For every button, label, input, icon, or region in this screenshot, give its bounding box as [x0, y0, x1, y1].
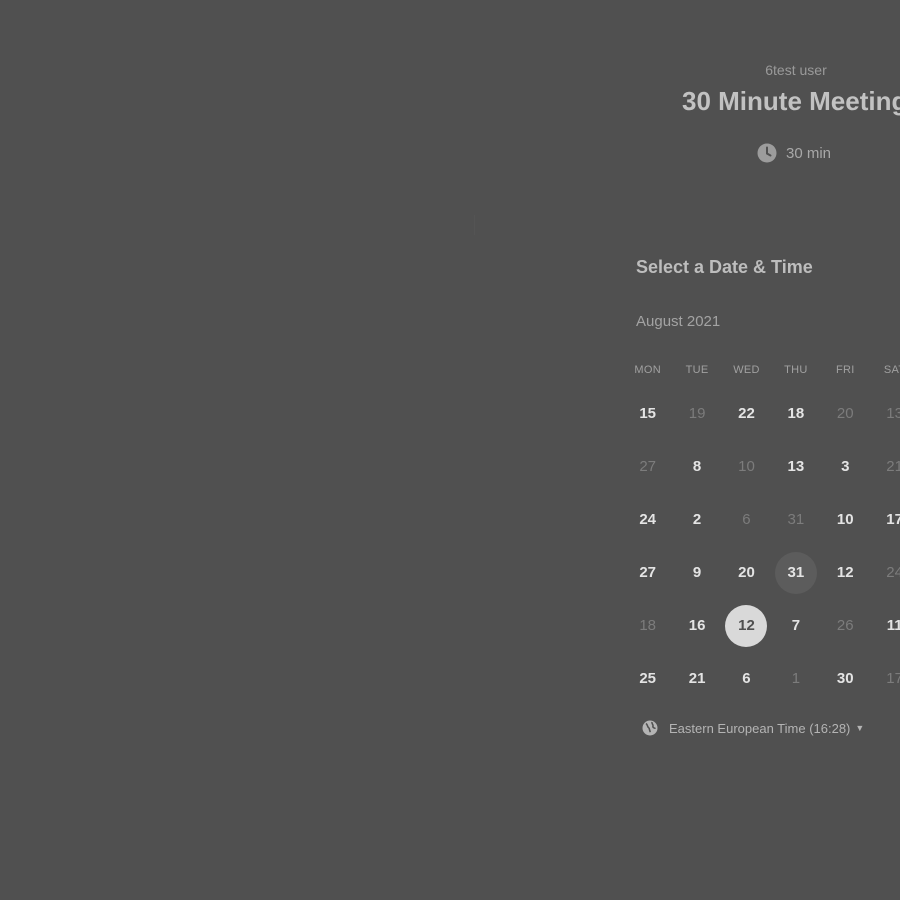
calendar-day-number: 8: [692, 458, 702, 475]
calendar-day[interactable]: 6: [722, 657, 771, 701]
calendar-day-number: 18: [787, 405, 805, 422]
event-title: 30 Minute Meeting: [682, 86, 900, 116]
calendar-day: 6: [722, 498, 771, 542]
calendar-day[interactable]: 16: [672, 604, 721, 648]
calendar-day-number: 27: [639, 564, 657, 581]
calendar-day[interactable]: 10: [821, 498, 870, 542]
calendar-day-number: 22: [738, 405, 755, 422]
calendar-day-number: 9: [692, 564, 702, 581]
calendar-day-number: 12: [738, 617, 755, 634]
calendar-day[interactable]: 9: [672, 551, 721, 595]
calendar-day: 26: [821, 604, 870, 648]
caret-down-icon: ▼: [855, 723, 865, 733]
calendar-day-number: 21: [886, 458, 900, 475]
weekday-header: MON TUE WED THU FRI SAT: [623, 364, 900, 376]
calendar-day: 27: [623, 445, 672, 489]
calendar-day[interactable]: 17: [870, 498, 900, 542]
calendar-day: 18: [623, 604, 672, 648]
calendar-week: 18 16 12 7 26 11: [623, 599, 900, 652]
globe-icon: [642, 720, 658, 736]
organizer-name: 6test user: [765, 62, 827, 78]
calendar-day-number: 20: [836, 405, 854, 422]
calendar-day-number: 17: [886, 511, 900, 528]
calendar-day-number: 27: [639, 458, 657, 475]
calendar-day[interactable]: 24: [623, 498, 672, 542]
weekday-wed: WED: [733, 364, 760, 376]
calendar-day: 17: [870, 657, 900, 701]
calendar-day[interactable]: 8: [672, 445, 721, 489]
month-label: August 2021: [636, 313, 721, 330]
weekday-sat: SAT: [883, 364, 900, 376]
calendar-grid: 15 19 22 18 20 13 27 8 10 13 3 21 24 2 6 31 10 17 27 9 20 31 1…: [623, 387, 900, 705]
calendar-day[interactable]: 18: [771, 392, 820, 436]
calendar-day[interactable]: 2: [672, 498, 721, 542]
calendar-day[interactable]: 27: [623, 551, 672, 595]
section-title: Select a Date & Time: [636, 257, 813, 277]
calendar-day[interactable]: 25: [623, 657, 672, 701]
calendar-day-number: 18: [639, 617, 657, 634]
calendar-day[interactable]: 11: [870, 604, 900, 648]
weekday-fri: FRI: [835, 364, 855, 376]
calendar-day-number: 21: [688, 670, 706, 687]
calendar-day-number: 6: [742, 511, 751, 528]
clock-icon: [757, 143, 777, 163]
booking-page: 6test user 30 Minute Meeting 30 min Sele…: [0, 0, 900, 900]
calendar-week: 27 9 20 31 12 24: [623, 546, 900, 599]
calendar-week: 15 19 22 18 20 13: [623, 387, 900, 440]
event-duration: 30 min: [757, 143, 831, 163]
calendar-day-number: 17: [886, 670, 900, 687]
calendar-day[interactable]: 22: [722, 392, 771, 436]
calendar-day-number: 24: [886, 564, 900, 581]
divider: [474, 215, 475, 235]
calendar-day[interactable]: 3: [821, 445, 870, 489]
calendar-day[interactable]: 13: [771, 445, 820, 489]
timezone-label: Eastern European Time (16:28): [669, 720, 851, 736]
calendar-day-number: 20: [738, 564, 755, 581]
calendar-day[interactable]: 30: [821, 657, 870, 701]
calendar-day-number: 25: [639, 670, 657, 687]
calendar-day: 21: [870, 445, 900, 489]
duration-label: 30 min: [786, 144, 832, 162]
weekday-tue: TUE: [685, 364, 709, 376]
calendar-day-selected[interactable]: 12: [722, 604, 771, 648]
calendar-day-number: 6: [742, 670, 751, 687]
calendar-day: 10: [722, 445, 771, 489]
calendar-day-number: 15: [639, 405, 657, 422]
calendar-week: 24 2 6 31 10 17: [623, 493, 900, 546]
weekday-thu: THU: [784, 364, 808, 376]
calendar-day-number: 31: [787, 564, 805, 581]
calendar-week: 25 21 6 1 30 17: [623, 652, 900, 705]
calendar-day-number: 10: [836, 511, 854, 528]
calendar-day: 1: [771, 657, 820, 701]
calendar-day-number: 3: [841, 458, 850, 475]
calendar-day: 31: [771, 498, 820, 542]
calendar-day[interactable]: 21: [672, 657, 721, 701]
calendar-day: 13: [870, 392, 900, 436]
calendar-day-number: 26: [836, 617, 854, 634]
calendar-day[interactable]: 15: [623, 392, 672, 436]
calendar-day-number: 24: [639, 511, 657, 528]
calendar-day-number: 7: [791, 617, 801, 634]
calendar-day-number: 13: [886, 405, 900, 422]
calendar-week: 27 8 10 13 3 21: [623, 440, 900, 493]
calendar-day-number: 30: [836, 670, 854, 687]
calendar-day-number: 19: [688, 405, 706, 422]
calendar-day[interactable]: 7: [771, 604, 820, 648]
calendar-day: 20: [821, 392, 870, 436]
calendar-day-number: 2: [692, 511, 702, 528]
calendar-day-number: 12: [836, 564, 854, 581]
calendar-day-number: 11: [886, 617, 900, 634]
calendar-day-number: 1: [791, 670, 801, 687]
weekday-mon: MON: [634, 364, 661, 376]
calendar-day: 19: [672, 392, 721, 436]
calendar-day[interactable]: 20: [722, 551, 771, 595]
calendar-day-number: 13: [787, 458, 805, 475]
calendar-day-number: 31: [787, 511, 805, 528]
calendar-day-number: 16: [688, 617, 706, 634]
timezone-selector[interactable]: Eastern European Time (16:28) ▼: [642, 720, 864, 736]
calendar-day[interactable]: 31: [771, 551, 820, 595]
calendar-day: 24: [870, 551, 900, 595]
calendar-day[interactable]: 12: [821, 551, 870, 595]
calendar-day-number: 10: [738, 458, 755, 475]
